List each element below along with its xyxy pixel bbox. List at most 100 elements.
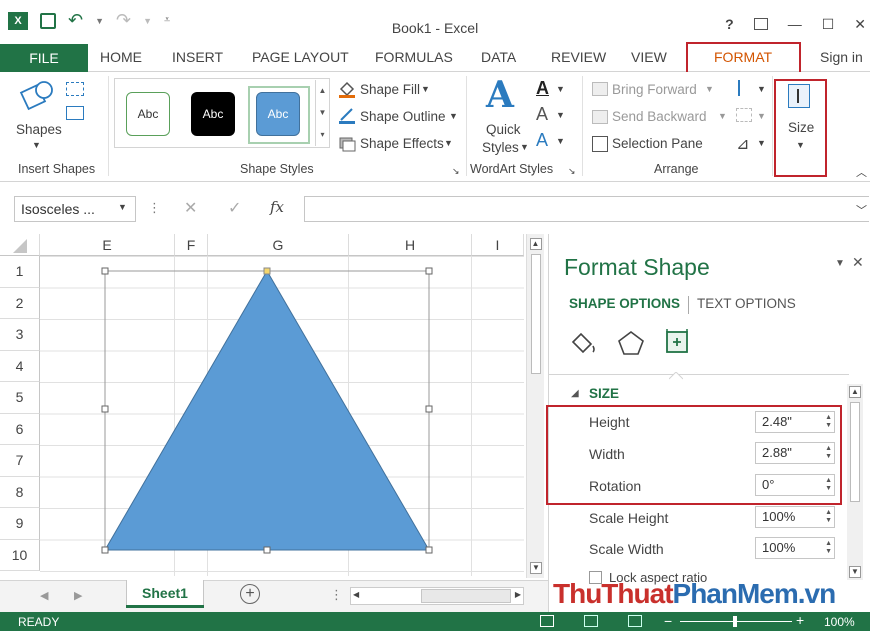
shape-effects-dropdown-icon[interactable]: ▼ bbox=[444, 138, 453, 148]
zoom-level[interactable]: 100% bbox=[824, 615, 855, 629]
section-size-header[interactable]: SIZE bbox=[589, 386, 619, 401]
scroll-thumb[interactable] bbox=[530, 254, 541, 374]
column-header[interactable]: E bbox=[40, 234, 175, 256]
scale-height-spinner-icon[interactable]: ▲ ▼ bbox=[825, 509, 832, 525]
row-header[interactable]: 1 bbox=[0, 256, 40, 288]
collapse-ribbon-icon[interactable]: ︿ bbox=[856, 164, 867, 180]
maximize-button[interactable]: ☐ bbox=[822, 16, 835, 33]
shapes-icon[interactable] bbox=[18, 78, 58, 118]
new-sheet-icon[interactable]: + bbox=[240, 584, 260, 604]
pane-scrollbar[interactable]: ▲ ▼ bbox=[847, 384, 863, 580]
pane-scroll-down-icon[interactable]: ▼ bbox=[849, 566, 861, 578]
scale-width-spinner-icon[interactable]: ▲ ▼ bbox=[825, 540, 832, 556]
page-break-view-icon[interactable] bbox=[628, 615, 642, 627]
shape-outline-dropdown-icon[interactable]: ▼ bbox=[449, 111, 458, 121]
section-collapse-icon[interactable]: ◢ bbox=[571, 388, 579, 399]
tab-review[interactable]: REVIEW bbox=[551, 49, 606, 65]
quick-styles-icon[interactable]: A bbox=[486, 74, 514, 116]
zoom-slider-thumb[interactable] bbox=[733, 616, 737, 627]
close-button[interactable]: ✕ bbox=[854, 16, 866, 33]
pane-scroll-up-icon[interactable]: ▲ bbox=[849, 386, 861, 398]
shape-outline-button[interactable]: Shape Outline bbox=[360, 109, 446, 124]
more-options-icon[interactable]: ⋮ bbox=[148, 200, 161, 216]
group-dropdown-icon[interactable]: ▼ bbox=[757, 111, 766, 121]
cancel-icon[interactable]: ✕ bbox=[184, 198, 197, 218]
row-header[interactable]: 5 bbox=[0, 382, 40, 414]
text-effects-dropdown-icon[interactable]: ▼ bbox=[556, 136, 565, 146]
scroll-left-icon[interactable]: ◀ bbox=[353, 590, 359, 599]
scroll-right-icon[interactable]: ▶ bbox=[515, 590, 521, 599]
effects-icon[interactable] bbox=[617, 330, 645, 356]
selection-pane-button[interactable]: Selection Pane bbox=[612, 136, 703, 151]
quick-styles-label2[interactable]: Styles bbox=[482, 140, 519, 155]
bring-forward-dropdown-icon[interactable]: ▼ bbox=[705, 84, 714, 94]
next-sheet-icon[interactable]: ▶ bbox=[74, 589, 82, 602]
text-effects-icon[interactable]: A bbox=[536, 130, 548, 151]
expand-formula-icon[interactable]: ﹀ bbox=[856, 202, 867, 218]
column-header[interactable]: G bbox=[208, 234, 349, 256]
shapes-label[interactable]: Shapes bbox=[16, 122, 62, 137]
h-scroll-thumb[interactable] bbox=[421, 589, 511, 603]
pane-options-icon[interactable]: ▼ bbox=[835, 258, 845, 269]
send-backward-button[interactable]: Send Backward bbox=[612, 109, 707, 124]
dialog-launcher-icon[interactable]: ↘ bbox=[452, 166, 460, 177]
text-fill-icon[interactable]: A bbox=[536, 78, 549, 99]
prev-sheet-icon[interactable]: ◀ bbox=[40, 589, 48, 602]
rotate-dropdown-icon[interactable]: ▼ bbox=[757, 138, 766, 148]
row-header[interactable]: 10 bbox=[0, 539, 40, 571]
scale-width-value[interactable]: 100% bbox=[762, 540, 795, 555]
row-header[interactable]: 6 bbox=[0, 413, 40, 445]
pane-scroll-thumb[interactable] bbox=[850, 402, 860, 502]
page-layout-view-icon[interactable] bbox=[584, 615, 598, 627]
shape-style-preset[interactable]: Abc bbox=[191, 92, 235, 136]
text-outline-dropdown-icon[interactable]: ▼ bbox=[556, 110, 565, 120]
tab-formulas[interactable]: FORMULAS bbox=[375, 49, 453, 65]
column-header[interactable]: I bbox=[472, 234, 524, 256]
worksheet-grid[interactable]: E F G H I 1 2 3 4 5 6 7 8 9 10 ▲ ▼ bbox=[0, 234, 548, 580]
tab-insert[interactable]: INSERT bbox=[172, 49, 223, 65]
row-header[interactable]: 7 bbox=[0, 445, 40, 477]
shape-fill-dropdown-icon[interactable]: ▼ bbox=[421, 84, 430, 94]
align-icon[interactable] bbox=[738, 80, 752, 96]
pane-close-icon[interactable]: ✕ bbox=[852, 254, 864, 271]
fill-line-icon[interactable] bbox=[569, 330, 599, 356]
group-icon[interactable] bbox=[736, 108, 752, 122]
text-fill-dropdown-icon[interactable]: ▼ bbox=[556, 84, 565, 94]
row-header[interactable]: 4 bbox=[0, 350, 40, 382]
shape-fill-button[interactable]: Shape Fill bbox=[360, 82, 420, 97]
sheet-tab[interactable]: Sheet1 bbox=[126, 580, 204, 607]
size-properties-icon[interactable] bbox=[663, 328, 691, 356]
quick-styles-label[interactable]: Quick bbox=[486, 122, 521, 137]
tab-view[interactable]: VIEW bbox=[631, 49, 667, 65]
quick-styles-dropdown-icon[interactable]: ▼ bbox=[520, 142, 529, 152]
normal-view-icon[interactable] bbox=[540, 615, 554, 627]
column-header[interactable]: F bbox=[175, 234, 208, 256]
dialog-launcher-icon[interactable]: ↘ bbox=[568, 166, 576, 177]
vertical-scrollbar[interactable]: ▲ ▼ bbox=[526, 234, 544, 578]
text-box-icon[interactable] bbox=[66, 106, 84, 120]
row-header[interactable]: 2 bbox=[0, 287, 40, 319]
tab-file[interactable]: FILE bbox=[0, 44, 88, 72]
rotate-icon[interactable]: ⊿ bbox=[736, 134, 749, 154]
insert-function-icon[interactable]: fx bbox=[270, 198, 284, 216]
formula-input[interactable] bbox=[304, 196, 869, 222]
tab-page-layout[interactable]: PAGE LAYOUT bbox=[252, 49, 349, 65]
shape-style-preset[interactable]: Abc bbox=[256, 92, 300, 136]
edit-shape-icon[interactable] bbox=[66, 82, 84, 96]
gallery-scroll-icon[interactable]: ▲ ▼ ▾ bbox=[315, 80, 329, 146]
scale-height-value[interactable]: 100% bbox=[762, 509, 795, 524]
text-outline-icon[interactable]: A bbox=[536, 104, 548, 125]
row-header[interactable]: 8 bbox=[0, 476, 40, 508]
bring-forward-button[interactable]: Bring Forward bbox=[612, 82, 697, 97]
zoom-in-icon[interactable]: + bbox=[796, 612, 804, 628]
select-all-corner[interactable] bbox=[0, 234, 40, 256]
enter-icon[interactable]: ✓ bbox=[228, 198, 241, 218]
scroll-up-icon[interactable]: ▲ bbox=[529, 238, 542, 250]
align-dropdown-icon[interactable]: ▼ bbox=[757, 84, 766, 94]
column-header[interactable]: H bbox=[349, 234, 472, 256]
help-button[interactable]: ? bbox=[725, 16, 734, 33]
scroll-down-icon[interactable]: ▼ bbox=[530, 562, 542, 574]
horizontal-scrollbar[interactable]: ◀ ▶ bbox=[350, 587, 524, 605]
ribbon-display-button[interactable] bbox=[753, 18, 768, 30]
scale-width-field[interactable]: 100% ▲ ▼ bbox=[755, 537, 835, 559]
